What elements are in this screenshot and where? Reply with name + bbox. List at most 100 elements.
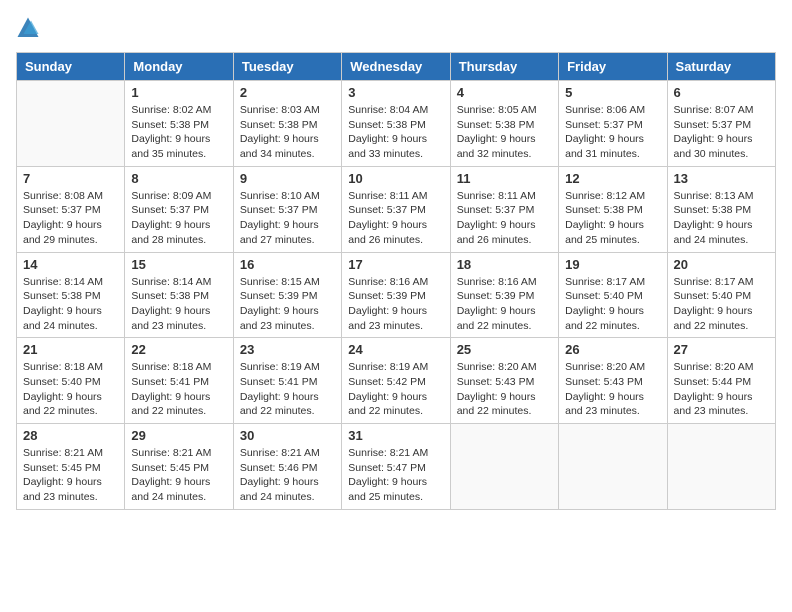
day-number: 16 (240, 257, 335, 272)
day-info: Sunrise: 8:06 AM Sunset: 5:37 PM Dayligh… (565, 103, 660, 162)
day-number: 2 (240, 85, 335, 100)
day-number: 13 (674, 171, 769, 186)
day-number: 1 (131, 85, 226, 100)
calendar-week-row: 21 Sunrise: 8:18 AM Sunset: 5:40 PM Dayli… (17, 338, 776, 424)
calendar-body: 1 Sunrise: 8:02 AM Sunset: 5:38 PM Daylig… (17, 81, 776, 510)
calendar-cell: 3 Sunrise: 8:04 AM Sunset: 5:38 PM Daylig… (342, 81, 450, 167)
page-header (16, 16, 776, 40)
calendar-cell: 19Sunrise: 8:17 AM Sunset: 5:40 PM Dayli… (559, 252, 667, 338)
calendar-cell: 16 Sunrise: 8:15 AM Sunset: 5:39 PM Dayli… (233, 252, 341, 338)
day-info: Sunrise: 8:08 AM Sunset: 5:37 PM Dayligh… (23, 189, 118, 248)
weekday-header: Friday (559, 53, 667, 81)
day-number: 20 (674, 257, 769, 272)
calendar-cell: 2 Sunrise: 8:03 AM Sunset: 5:38 PM Daylig… (233, 81, 341, 167)
weekday-header: Monday (125, 53, 233, 81)
calendar-cell: 26 Sunrise: 8:20 AM Sunset: 5:43 PM Dayli… (559, 338, 667, 424)
day-info: Sunrise: 8:19 AM Sunset: 5:41 PM Dayligh… (240, 360, 335, 419)
calendar-cell: 22 Sunrise: 8:18 AM Sunset: 5:41 PM Dayli… (125, 338, 233, 424)
calendar-cell: 30 Sunrise: 8:21 AM Sunset: 5:46 PM Dayli… (233, 424, 341, 510)
day-number: 3 (348, 85, 443, 100)
day-number: 7 (23, 171, 118, 186)
calendar-week-row: 7 Sunrise: 8:08 AM Sunset: 5:37 PM Daylig… (17, 166, 776, 252)
day-number: 24 (348, 342, 443, 357)
day-info: Sunrise: 8:15 AM Sunset: 5:39 PM Dayligh… (240, 275, 335, 334)
calendar-cell: 10 Sunrise: 8:11 AM Sunset: 5:37 PM Dayli… (342, 166, 450, 252)
calendar-cell: 13 Sunrise: 8:13 AM Sunset: 5:38 PM Dayli… (667, 166, 775, 252)
day-info: Sunrise: 8:12 AM Sunset: 5:38 PM Dayligh… (565, 189, 660, 248)
day-info: Sunrise: 8:21 AM Sunset: 5:45 PM Dayligh… (131, 446, 226, 505)
weekday-header: Thursday (450, 53, 558, 81)
calendar-cell: 28 Sunrise: 8:21 AM Sunset: 5:45 PM Dayli… (17, 424, 125, 510)
day-number: 21 (23, 342, 118, 357)
calendar-cell: 25Sunrise: 8:20 AM Sunset: 5:43 PM Dayli… (450, 338, 558, 424)
weekday-header: Sunday (17, 53, 125, 81)
day-number: 18 (457, 257, 552, 272)
day-info: Sunrise: 8:20 AM Sunset: 5:43 PM Dayligh… (565, 360, 660, 419)
calendar-cell: 5 Sunrise: 8:06 AM Sunset: 5:37 PM Daylig… (559, 81, 667, 167)
calendar-cell: 12 Sunrise: 8:12 AM Sunset: 5:38 PM Dayli… (559, 166, 667, 252)
day-info: Sunrise: 8:18 AM Sunset: 5:41 PM Dayligh… (131, 360, 226, 419)
day-info: Sunrise: 8:20 AM Sunset: 5:43 PM Dayligh… (457, 360, 552, 419)
day-number: 4 (457, 85, 552, 100)
day-info: Sunrise: 8:02 AM Sunset: 5:38 PM Dayligh… (131, 103, 226, 162)
calendar-cell (450, 424, 558, 510)
day-number: 28 (23, 428, 118, 443)
calendar-cell: 29Sunrise: 8:21 AM Sunset: 5:45 PM Dayli… (125, 424, 233, 510)
day-info: Sunrise: 8:21 AM Sunset: 5:45 PM Dayligh… (23, 446, 118, 505)
day-info: Sunrise: 8:20 AM Sunset: 5:44 PM Dayligh… (674, 360, 769, 419)
calendar-week-row: 28 Sunrise: 8:21 AM Sunset: 5:45 PM Dayli… (17, 424, 776, 510)
day-info: Sunrise: 8:18 AM Sunset: 5:40 PM Dayligh… (23, 360, 118, 419)
day-number: 30 (240, 428, 335, 443)
calendar-cell: 4 Sunrise: 8:05 AM Sunset: 5:38 PM Daylig… (450, 81, 558, 167)
day-number: 10 (348, 171, 443, 186)
calendar-cell: 14 Sunrise: 8:14 AM Sunset: 5:38 PM Dayli… (17, 252, 125, 338)
calendar-week-row: 14 Sunrise: 8:14 AM Sunset: 5:38 PM Dayli… (17, 252, 776, 338)
day-info: Sunrise: 8:19 AM Sunset: 5:42 PM Dayligh… (348, 360, 443, 419)
calendar-table: SundayMondayTuesdayWednesdayThursdayFrid… (16, 52, 776, 510)
day-number: 14 (23, 257, 118, 272)
calendar-cell: 17 Sunrise: 8:16 AM Sunset: 5:39 PM Dayli… (342, 252, 450, 338)
day-number: 8 (131, 171, 226, 186)
day-number: 19 (565, 257, 660, 272)
day-info: Sunrise: 8:09 AM Sunset: 5:37 PM Dayligh… (131, 189, 226, 248)
day-info: Sunrise: 8:14 AM Sunset: 5:38 PM Dayligh… (23, 275, 118, 334)
calendar-cell: 27 Sunrise: 8:20 AM Sunset: 5:44 PM Dayli… (667, 338, 775, 424)
day-number: 22 (131, 342, 226, 357)
day-number: 15 (131, 257, 226, 272)
day-number: 5 (565, 85, 660, 100)
calendar-cell: 31Sunrise: 8:21 AM Sunset: 5:47 PM Dayli… (342, 424, 450, 510)
calendar-header-row: SundayMondayTuesdayWednesdayThursdayFrid… (17, 53, 776, 81)
day-info: Sunrise: 8:04 AM Sunset: 5:38 PM Dayligh… (348, 103, 443, 162)
day-number: 27 (674, 342, 769, 357)
calendar-cell: 9 Sunrise: 8:10 AM Sunset: 5:37 PM Daylig… (233, 166, 341, 252)
logo (16, 16, 44, 40)
day-info: Sunrise: 8:10 AM Sunset: 5:37 PM Dayligh… (240, 189, 335, 248)
day-number: 9 (240, 171, 335, 186)
day-number: 17 (348, 257, 443, 272)
day-info: Sunrise: 8:07 AM Sunset: 5:37 PM Dayligh… (674, 103, 769, 162)
calendar-cell: 8 Sunrise: 8:09 AM Sunset: 5:37 PM Daylig… (125, 166, 233, 252)
day-info: Sunrise: 8:03 AM Sunset: 5:38 PM Dayligh… (240, 103, 335, 162)
day-info: Sunrise: 8:13 AM Sunset: 5:38 PM Dayligh… (674, 189, 769, 248)
day-info: Sunrise: 8:16 AM Sunset: 5:39 PM Dayligh… (348, 275, 443, 334)
calendar-cell: 7 Sunrise: 8:08 AM Sunset: 5:37 PM Daylig… (17, 166, 125, 252)
day-info: Sunrise: 8:05 AM Sunset: 5:38 PM Dayligh… (457, 103, 552, 162)
day-info: Sunrise: 8:11 AM Sunset: 5:37 PM Dayligh… (457, 189, 552, 248)
calendar-cell (17, 81, 125, 167)
day-number: 26 (565, 342, 660, 357)
day-info: Sunrise: 8:16 AM Sunset: 5:39 PM Dayligh… (457, 275, 552, 334)
weekday-header: Tuesday (233, 53, 341, 81)
calendar-cell: 15Sunrise: 8:14 AM Sunset: 5:38 PM Dayli… (125, 252, 233, 338)
day-number: 6 (674, 85, 769, 100)
day-number: 23 (240, 342, 335, 357)
day-info: Sunrise: 8:21 AM Sunset: 5:46 PM Dayligh… (240, 446, 335, 505)
calendar-cell (667, 424, 775, 510)
calendar-cell: 21 Sunrise: 8:18 AM Sunset: 5:40 PM Dayli… (17, 338, 125, 424)
calendar-cell: 23 Sunrise: 8:19 AM Sunset: 5:41 PM Dayli… (233, 338, 341, 424)
day-number: 12 (565, 171, 660, 186)
day-number: 31 (348, 428, 443, 443)
calendar-cell: 1 Sunrise: 8:02 AM Sunset: 5:38 PM Daylig… (125, 81, 233, 167)
calendar-cell: 24 Sunrise: 8:19 AM Sunset: 5:42 PM Dayli… (342, 338, 450, 424)
day-info: Sunrise: 8:11 AM Sunset: 5:37 PM Dayligh… (348, 189, 443, 248)
calendar-cell (559, 424, 667, 510)
